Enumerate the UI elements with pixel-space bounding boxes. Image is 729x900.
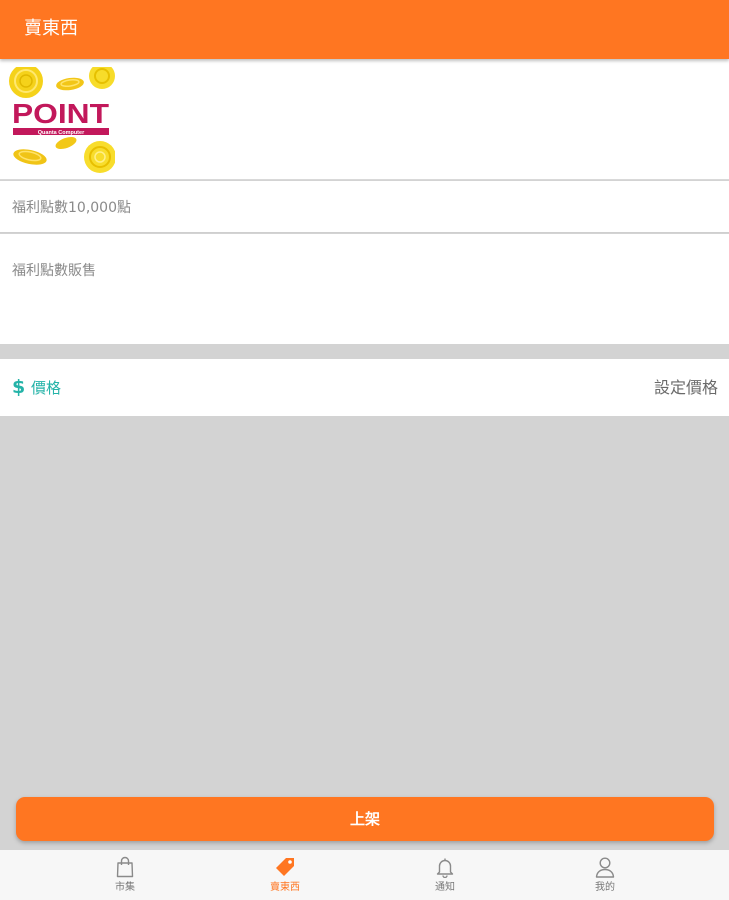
item-description-value: 福利點數販售 <box>12 263 96 279</box>
nav-label-market: 市集 <box>115 882 135 893</box>
image-section: POINT Quanta Computer <box>0 59 729 180</box>
publish-button[interactable]: 上架 <box>16 797 714 841</box>
app-bar: 賣東西 <box>0 0 729 59</box>
set-price-action[interactable]: 設定價格 <box>654 377 718 399</box>
price-tag-icon <box>276 858 294 876</box>
item-title-field[interactable]: 福利點數10,000點 <box>0 181 729 233</box>
nav-item-notifications[interactable]: 通知 <box>385 850 505 900</box>
product-image[interactable]: POINT Quanta Computer <box>8 67 115 174</box>
dollar-icon: $ <box>12 376 26 398</box>
nav-item-profile[interactable]: 我的 <box>545 850 665 900</box>
shopping-bag-icon <box>116 856 134 878</box>
item-title-value: 福利點數10,000點 <box>12 200 131 216</box>
price-label: 價格 <box>31 379 62 397</box>
bell-icon <box>436 858 454 878</box>
price-row[interactable]: $ 價格 設定價格 <box>0 359 729 416</box>
nav-label-notifications: 通知 <box>435 882 455 893</box>
item-description-field[interactable]: 福利點數販售 <box>0 234 729 344</box>
bottom-nav: 市集 賣東西 通知 我的 <box>0 850 729 900</box>
nav-item-sell[interactable]: 賣東西 <box>225 850 345 900</box>
page-title: 賣東西 <box>24 18 78 39</box>
nav-item-market[interactable]: 市集 <box>65 850 185 900</box>
logo-text: POINT <box>12 98 109 129</box>
nav-label-sell: 賣東西 <box>270 882 300 893</box>
logo-subtext: Quanta Computer <box>38 130 85 136</box>
user-icon <box>595 857 615 878</box>
nav-label-profile: 我的 <box>595 882 615 893</box>
